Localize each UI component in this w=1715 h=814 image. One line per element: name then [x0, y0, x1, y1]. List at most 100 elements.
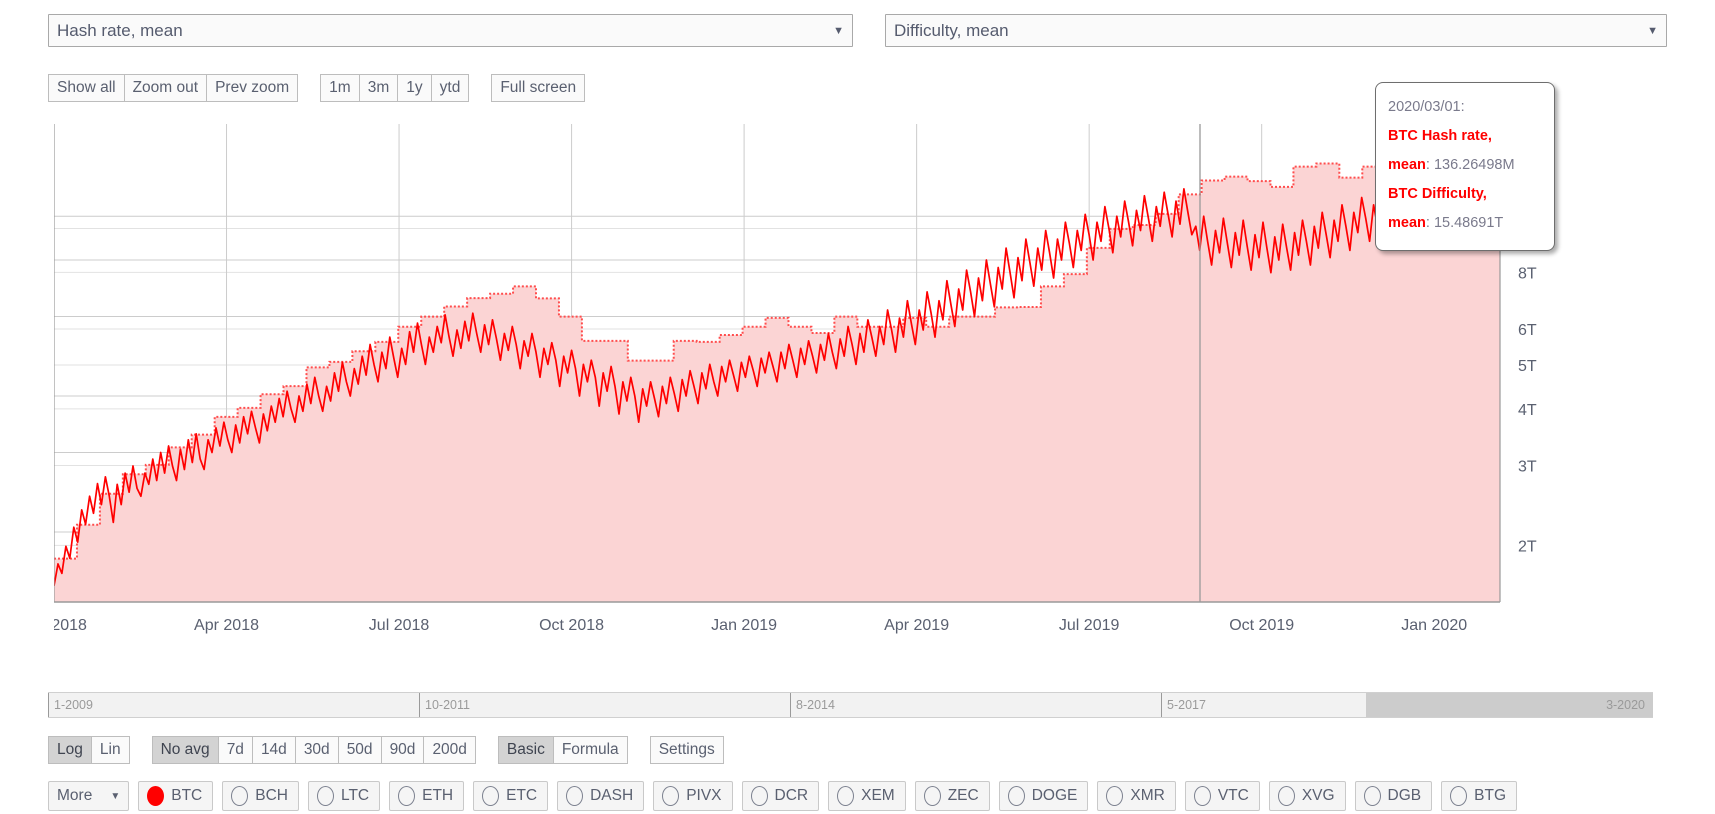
radio-empty-icon [316, 786, 334, 806]
mode-basic-button[interactable]: Basic [497, 736, 553, 764]
radio-empty-icon [750, 786, 768, 806]
y-axis-right-tick-label: 3T [1518, 459, 1537, 476]
coin-label: DCR [774, 787, 809, 804]
full-screen-button[interactable]: Full screen [491, 74, 586, 102]
coin-button-btg[interactable]: BTG [1441, 781, 1518, 811]
x-axis-tick-label: Jan 2019 [711, 617, 777, 634]
coin-button-pivx[interactable]: PIVX [653, 781, 733, 811]
x-axis-tick-label: Jan 2020 [1401, 617, 1467, 634]
chart-page: Hash rate, mean ▼ Difficulty, mean ▼ Sho… [0, 0, 1715, 814]
avg-7d-button[interactable]: 7d [217, 736, 252, 764]
radio-empty-icon [398, 786, 416, 806]
coin-label: BTG [1474, 787, 1507, 804]
radio-empty-icon [662, 786, 680, 806]
chart-tooltip: 2020/03/01: BTC Hash rate, mean: 136.264… [1375, 82, 1555, 251]
coin-label: XMR [1130, 787, 1165, 804]
y-axis-right-tick-label: 4T [1518, 402, 1537, 419]
show-all-button[interactable]: Show all [48, 74, 124, 102]
coin-button-btc[interactable]: BTC [138, 781, 214, 811]
coin-button-etc[interactable]: ETC [473, 781, 549, 811]
x-axis-tick-label: Oct 2018 [539, 617, 604, 634]
radio-empty-icon [482, 786, 500, 806]
scale-lin-button[interactable]: Lin [90, 736, 130, 764]
chevron-down-icon: ▼ [833, 24, 844, 37]
range-3m-button[interactable]: 3m [358, 74, 398, 102]
range-ytd-button[interactable]: ytd [430, 74, 470, 102]
x-axis-tick-label: Oct 2019 [1229, 617, 1294, 634]
coin-button-doge[interactable]: DOGE [998, 781, 1089, 811]
tooltip-series1-name: BTC Hash rate, [1388, 128, 1492, 144]
navigator-tick-1: 10-2011 [419, 693, 470, 717]
metric-selector-row: Hash rate, mean ▼ Difficulty, mean ▼ [0, 14, 1715, 50]
coin-button-dcr[interactable]: DCR [741, 781, 820, 811]
scale-button-group: Log Lin [48, 736, 130, 764]
coin-label: XVG [1301, 787, 1335, 804]
radio-empty-icon [1363, 786, 1381, 806]
x-axis-tick-label: Jul 2018 [369, 617, 430, 634]
coin-label: DGB [1387, 787, 1422, 804]
metric-select-secondary[interactable]: Difficulty, mean ▼ [885, 14, 1667, 47]
options-toolbar: Log Lin No avg 7d 14d 30d 50d 90d 200d B… [48, 735, 746, 765]
coin-button-xmr[interactable]: XMR [1097, 781, 1176, 811]
zoom-out-button[interactable]: Zoom out [123, 74, 207, 102]
y-axis-right-tick-label: 2T [1518, 538, 1537, 555]
coin-button-ltc[interactable]: LTC [307, 781, 381, 811]
navigator-tick-0: 1-2009 [48, 693, 93, 717]
range-1y-button[interactable]: 1y [397, 74, 431, 102]
more-coins-button[interactable]: More ▼ [48, 781, 130, 811]
radio-empty-icon [1277, 786, 1295, 806]
coin-button-eth[interactable]: ETH [389, 781, 465, 811]
metric-select-primary-value: Hash rate, mean [57, 20, 183, 40]
tooltip-series2-name: BTC Difficulty, [1388, 186, 1487, 202]
range-button-group: 1m 3m 1y ytd [320, 74, 470, 102]
coin-button-dash[interactable]: DASH [557, 781, 645, 811]
avg-none-button[interactable]: No avg [151, 736, 218, 764]
x-axis-tick-label: Jul 2019 [1059, 617, 1120, 634]
radio-empty-icon [1106, 786, 1124, 806]
mode-formula-button[interactable]: Formula [552, 736, 628, 764]
navigator-tick-3: 5-2017 [1161, 693, 1206, 717]
metric-select-primary[interactable]: Hash rate, mean ▼ [48, 14, 853, 47]
coin-label: BCH [255, 787, 288, 804]
radio-empty-icon [1193, 786, 1211, 806]
range-1m-button[interactable]: 1m [320, 74, 359, 102]
more-coins-label: More [57, 787, 93, 804]
radio-empty-icon [1007, 786, 1025, 806]
coin-label: VTC [1217, 787, 1249, 804]
coin-button-zec[interactable]: ZEC [914, 781, 990, 811]
tooltip-series1-value: : 136.26498M [1425, 157, 1515, 173]
avg-200d-button[interactable]: 200d [423, 736, 476, 764]
radio-empty-icon [837, 786, 855, 806]
avg-50d-button[interactable]: 50d [337, 736, 381, 764]
prev-zoom-button[interactable]: Prev zoom [206, 74, 299, 102]
navigator-end-label: 3-2020 [1606, 698, 1645, 712]
x-axis-tick-label: Apr 2019 [884, 617, 949, 634]
coin-label: ETC [506, 787, 538, 804]
radio-empty-icon [231, 786, 249, 806]
scale-log-button[interactable]: Log [48, 736, 91, 764]
avg-14d-button[interactable]: 14d [251, 736, 295, 764]
y-axis-right-tick-label: 6T [1518, 322, 1537, 339]
coin-button-vtc[interactable]: VTC [1184, 781, 1260, 811]
settings-button[interactable]: Settings [649, 736, 724, 764]
coin-button-xem[interactable]: XEM [828, 781, 906, 811]
chart-toolbar: Show all Zoom out Prev zoom 1m 3m 1y ytd… [48, 74, 607, 102]
coin-label: ETH [422, 787, 454, 804]
y-axis-right-tick-label: 5T [1518, 358, 1537, 375]
chevron-down-icon: ▼ [1647, 24, 1658, 37]
tooltip-series1-row: mean: 136.26498M [1388, 151, 1542, 180]
avg-90d-button[interactable]: 90d [380, 736, 424, 764]
fullscreen-button-group: Full screen [491, 74, 586, 102]
avg-30d-button[interactable]: 30d [294, 736, 338, 764]
coin-button-xvg[interactable]: XVG [1268, 781, 1346, 811]
coin-button-bch[interactable]: BCH [222, 781, 299, 811]
zoom-button-group: Show all Zoom out Prev zoom [48, 74, 299, 102]
radio-selected-icon [147, 786, 165, 806]
coin-button-dgb[interactable]: DGB [1354, 781, 1433, 811]
coin-label: PIVX [686, 787, 722, 804]
coin-label: LTC [340, 787, 370, 804]
tooltip-series2-row: mean: 15.48691T [1388, 209, 1542, 238]
chart-navigator[interactable]: 1-2009 10-2011 8-2014 5-2017 3-2020 [48, 692, 1653, 718]
coin-label: BTC [171, 787, 203, 804]
tooltip-series1-key: mean [1388, 157, 1426, 173]
